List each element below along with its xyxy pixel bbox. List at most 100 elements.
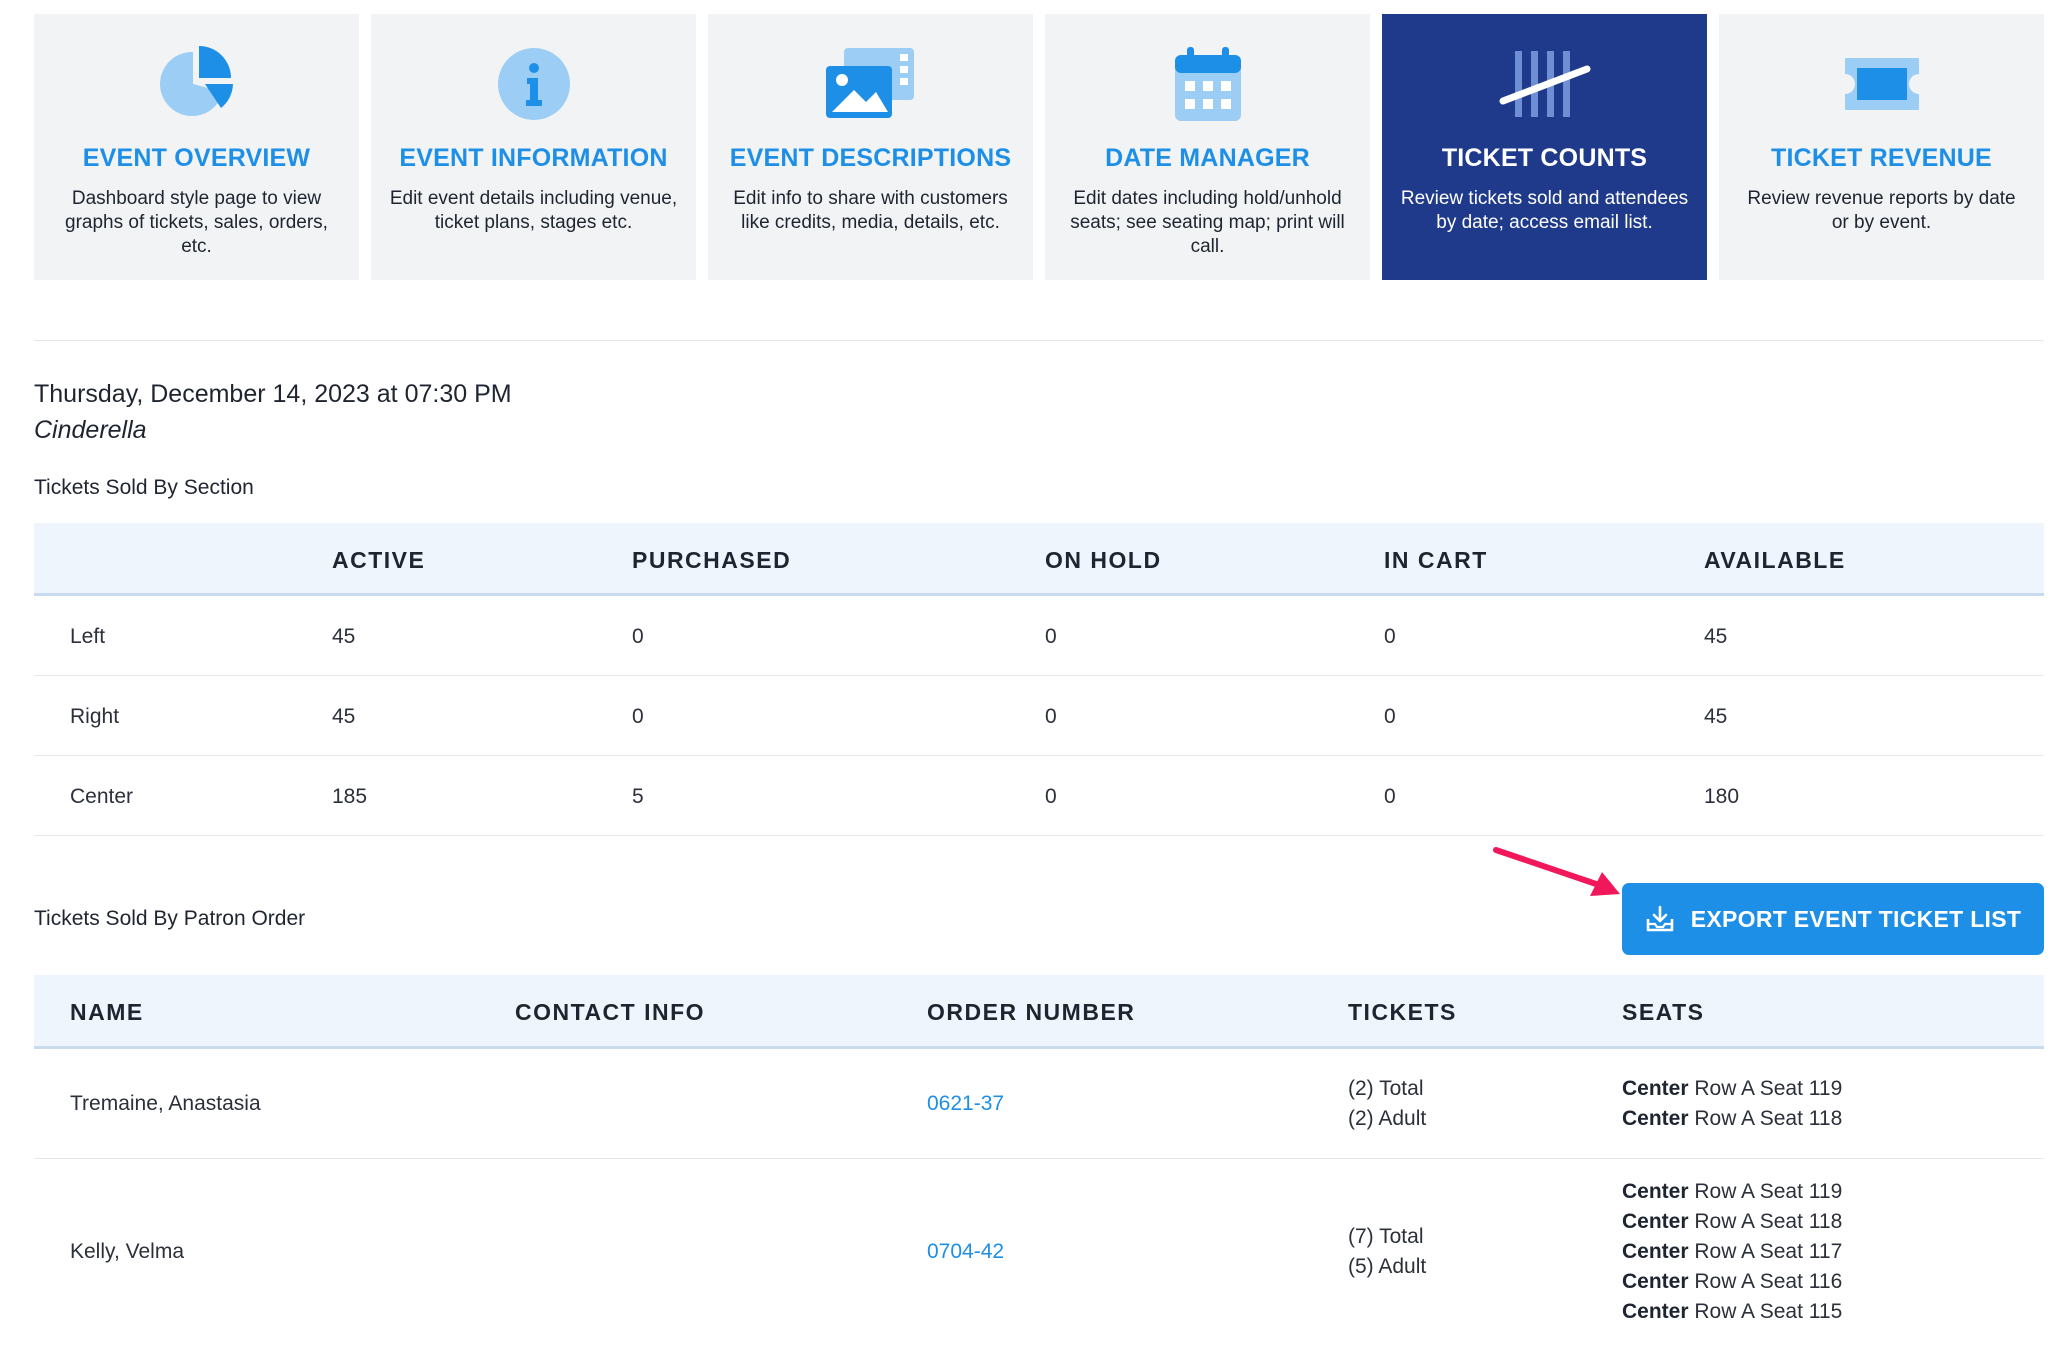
- download-tray-icon: [1646, 905, 1674, 932]
- divider: [34, 340, 2044, 341]
- nav-card-title: TICKET REVENUE: [1771, 144, 1992, 172]
- nav-card-ticket-revenue[interactable]: TICKET REVENUE Review revenue reports by…: [1719, 14, 2044, 280]
- on-hold-count: 0: [1045, 625, 1057, 648]
- ticket-counts: (7) Total (5) Adult: [1348, 1222, 1426, 1282]
- in-cart-count: 0: [1384, 705, 1396, 728]
- nav-card-desc: Review revenue reports by date or by eve…: [1747, 188, 2016, 233]
- event-title: Cinderella: [34, 416, 147, 444]
- seat-list: Center Row A Seat 119 Center Row A Seat …: [1622, 1177, 1842, 1327]
- section-name: Left: [70, 625, 106, 648]
- nav-card-event-information[interactable]: EVENT INFORMATION Edit event details inc…: [371, 14, 696, 280]
- tally-icon: [1497, 36, 1593, 132]
- seat-item: Center Row A Seat 118: [1622, 1104, 1842, 1134]
- seat-section: Center: [1622, 1077, 1689, 1100]
- on-hold-count: 0: [1045, 785, 1057, 808]
- purchased-count: 0: [632, 705, 644, 728]
- nav-card-title: TICKET COUNTS: [1441, 144, 1648, 172]
- table-row: Tremaine, Anastasia 0621-37 (2) Total (2…: [34, 1049, 2044, 1159]
- calendar-icon: [1160, 36, 1256, 132]
- order-number-link[interactable]: 0621-37: [927, 1089, 1004, 1119]
- nav-card-title: DATE MANAGER: [1105, 144, 1310, 172]
- on-hold-count: 0: [1045, 705, 1057, 728]
- column-header[interactable]: ON HOLD: [1045, 547, 1162, 574]
- order-table-header: NAME CONTACT INFO ORDER NUMBER TICKETS S…: [34, 975, 2044, 1049]
- nav-card-desc: Review tickets sold and attendees by dat…: [1400, 188, 1689, 233]
- active-count: 185: [332, 785, 368, 808]
- in-cart-count: 0: [1384, 625, 1396, 648]
- export-event-ticket-list-button[interactable]: EXPORT EVENT TICKET LIST: [1622, 883, 2044, 955]
- order-table-label: Tickets Sold By Patron Order: [34, 907, 306, 930]
- seat-item: Center Row A Seat 118: [1622, 1207, 1842, 1237]
- event-nav-cards: EVENT OVERVIEW Dashboard style page to v…: [34, 14, 2044, 280]
- column-header[interactable]: CONTACT INFO: [515, 999, 705, 1026]
- section-table-header: ACTIVE PURCHASED ON HOLD IN CART AVAILAB…: [34, 523, 2044, 596]
- seat-detail: Row A Seat 119: [1694, 1077, 1843, 1100]
- seat-item: Center Row A Seat 115: [1622, 1297, 1842, 1327]
- column-header[interactable]: ACTIVE: [332, 547, 425, 574]
- order-number-link[interactable]: 0704-42: [927, 1237, 1004, 1267]
- seat-list: Center Row A Seat 119 Center Row A Seat …: [1622, 1074, 1842, 1134]
- seat-item: Center Row A Seat 117: [1622, 1237, 1842, 1267]
- info-icon: [486, 36, 582, 132]
- event-datetime: Thursday, December 14, 2023 at 07:30 PM: [34, 380, 512, 408]
- nav-card-date-manager[interactable]: DATE MANAGER Edit dates including hold/u…: [1045, 14, 1370, 280]
- nav-card-desc: Edit dates including hold/unhold seats; …: [1070, 188, 1345, 257]
- column-header[interactable]: AVAILABLE: [1704, 547, 1846, 574]
- ticket-icon: [1834, 36, 1930, 132]
- table-row: Kelly, Velma 0704-42 (7) Total (5) Adult…: [34, 1159, 2044, 1359]
- seat-detail: Row A Seat 118: [1694, 1107, 1843, 1130]
- nav-card-event-descriptions[interactable]: EVENT DESCRIPTIONS Edit info to share wi…: [708, 14, 1033, 280]
- section-table: ACTIVE PURCHASED ON HOLD IN CART AVAILAB…: [34, 523, 2044, 836]
- section-name: Right: [70, 705, 120, 728]
- seat-detail: Row A Seat 119: [1694, 1180, 1843, 1203]
- seat-section: Center: [1622, 1180, 1689, 1203]
- seat-detail: Row A Seat 115: [1694, 1300, 1843, 1323]
- table-row: Right 45 0 0 0 45: [34, 676, 2044, 756]
- nav-card-desc: Edit event details including venue, tick…: [389, 188, 678, 233]
- nav-card-desc: Dashboard style page to view graphs of t…: [65, 188, 328, 257]
- column-header[interactable]: IN CART: [1384, 547, 1488, 574]
- export-button-label: EXPORT EVENT TICKET LIST: [1690, 905, 2022, 932]
- seat-section: Center: [1622, 1240, 1689, 1263]
- available-count: 180: [1704, 785, 1740, 808]
- nav-card-desc: Edit info to share with customers like c…: [733, 188, 1008, 233]
- order-table: NAME CONTACT INFO ORDER NUMBER TICKETS S…: [34, 975, 2044, 1359]
- column-header[interactable]: ORDER NUMBER: [927, 999, 1135, 1026]
- seat-item: Center Row A Seat 119: [1622, 1074, 1842, 1104]
- purchased-count: 0: [632, 625, 644, 648]
- seat-section: Center: [1622, 1210, 1689, 1233]
- available-count: 45: [1704, 625, 1728, 648]
- available-count: 45: [1704, 705, 1728, 728]
- column-header[interactable]: TICKETS: [1348, 999, 1457, 1026]
- nav-card-event-overview[interactable]: EVENT OVERVIEW Dashboard style page to v…: [34, 14, 359, 280]
- active-count: 45: [332, 705, 356, 728]
- table-row: Center 185 5 0 0 180: [34, 756, 2044, 836]
- column-header[interactable]: NAME: [70, 999, 144, 1026]
- column-header[interactable]: PURCHASED: [632, 547, 791, 574]
- section-table-label: Tickets Sold By Section: [34, 476, 254, 499]
- nav-card-title: EVENT DESCRIPTIONS: [729, 144, 1012, 172]
- active-count: 45: [332, 625, 356, 648]
- column-header[interactable]: SEATS: [1622, 999, 1704, 1026]
- ticket-type-count: (5) Adult: [1348, 1255, 1427, 1278]
- section-name: Center: [70, 785, 134, 808]
- seat-detail: Row A Seat 117: [1694, 1240, 1843, 1263]
- table-row: Left 45 0 0 0 45: [34, 596, 2044, 676]
- seat-detail: Row A Seat 116: [1694, 1270, 1843, 1293]
- nav-card-title: EVENT INFORMATION: [399, 144, 668, 172]
- ticket-type-count: (2) Adult: [1348, 1107, 1427, 1130]
- nav-card-ticket-counts[interactable]: TICKET COUNTS Review tickets sold and at…: [1382, 14, 1707, 280]
- annotation-arrow-icon: [1493, 847, 1620, 896]
- patron-name: Tremaine, Anastasia: [70, 1092, 261, 1115]
- ticket-total: (7) Total: [1348, 1225, 1424, 1248]
- seat-detail: Row A Seat 118: [1694, 1210, 1843, 1233]
- nav-card-title: EVENT OVERVIEW: [82, 144, 311, 172]
- seat-item: Center Row A Seat 116: [1622, 1267, 1842, 1297]
- seat-section: Center: [1622, 1270, 1689, 1293]
- ticket-counts: (2) Total (2) Adult: [1348, 1074, 1426, 1134]
- ticket-total: (2) Total: [1348, 1077, 1424, 1100]
- in-cart-count: 0: [1384, 785, 1396, 808]
- seat-section: Center: [1622, 1107, 1689, 1130]
- media-icon: [823, 36, 919, 132]
- purchased-count: 5: [632, 785, 644, 808]
